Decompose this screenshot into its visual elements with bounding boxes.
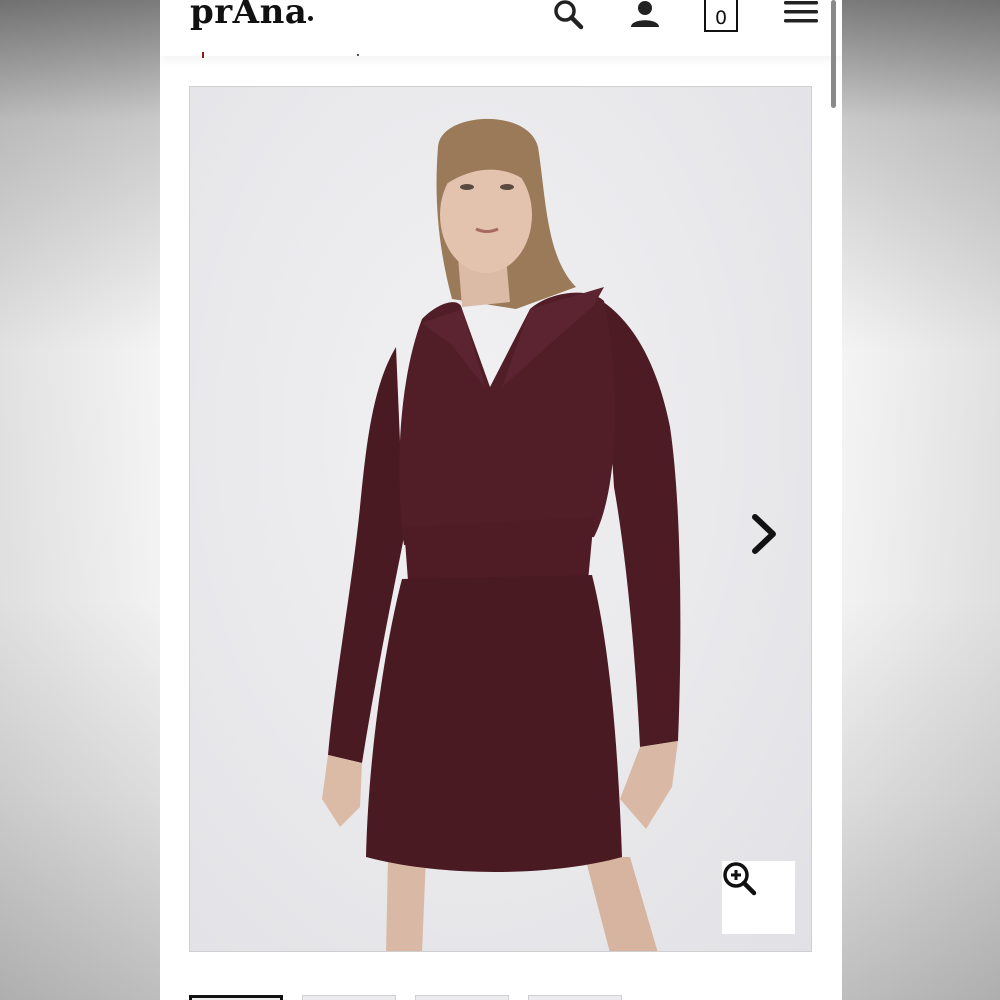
chevron-right-icon: [752, 514, 776, 554]
menu-button[interactable]: [782, 0, 820, 32]
cart-count: 0: [714, 7, 728, 29]
mobile-page: prAna 0: [160, 0, 842, 1000]
account-button[interactable]: [627, 0, 663, 32]
zoom-in-icon: [723, 862, 757, 896]
product-photo: [322, 118, 681, 951]
zoom-button[interactable]: [722, 861, 795, 934]
product-image-viewer[interactable]: [189, 86, 812, 952]
thumbnail-3[interactable]: [415, 995, 509, 1000]
next-image-button[interactable]: [747, 511, 781, 557]
hamburger-menu-icon: [784, 1, 818, 23]
search-button[interactable]: [550, 0, 586, 32]
backdrop-right: [842, 0, 1000, 1000]
thumbnail-4[interactable]: [528, 995, 622, 1000]
search-icon: [554, 0, 584, 30]
thumbnail-2[interactable]: [302, 995, 396, 1000]
backdrop-left: [0, 0, 160, 1000]
thumbnail-1[interactable]: [189, 995, 283, 1000]
brand-logo[interactable]: prAna: [190, 0, 314, 32]
account-icon: [631, 1, 659, 27]
breadcrumb-fragment: [202, 52, 204, 58]
brand-logo-text: prAna: [190, 0, 308, 32]
logo-registered-mark: [308, 16, 314, 21]
site-header: prAna 0: [160, 0, 842, 56]
thumbnail-strip: [189, 995, 812, 1000]
scrollbar-thumb[interactable]: [831, 0, 836, 108]
breadcrumb-separator: [357, 54, 359, 56]
cart-button[interactable]: 0: [704, 0, 738, 32]
